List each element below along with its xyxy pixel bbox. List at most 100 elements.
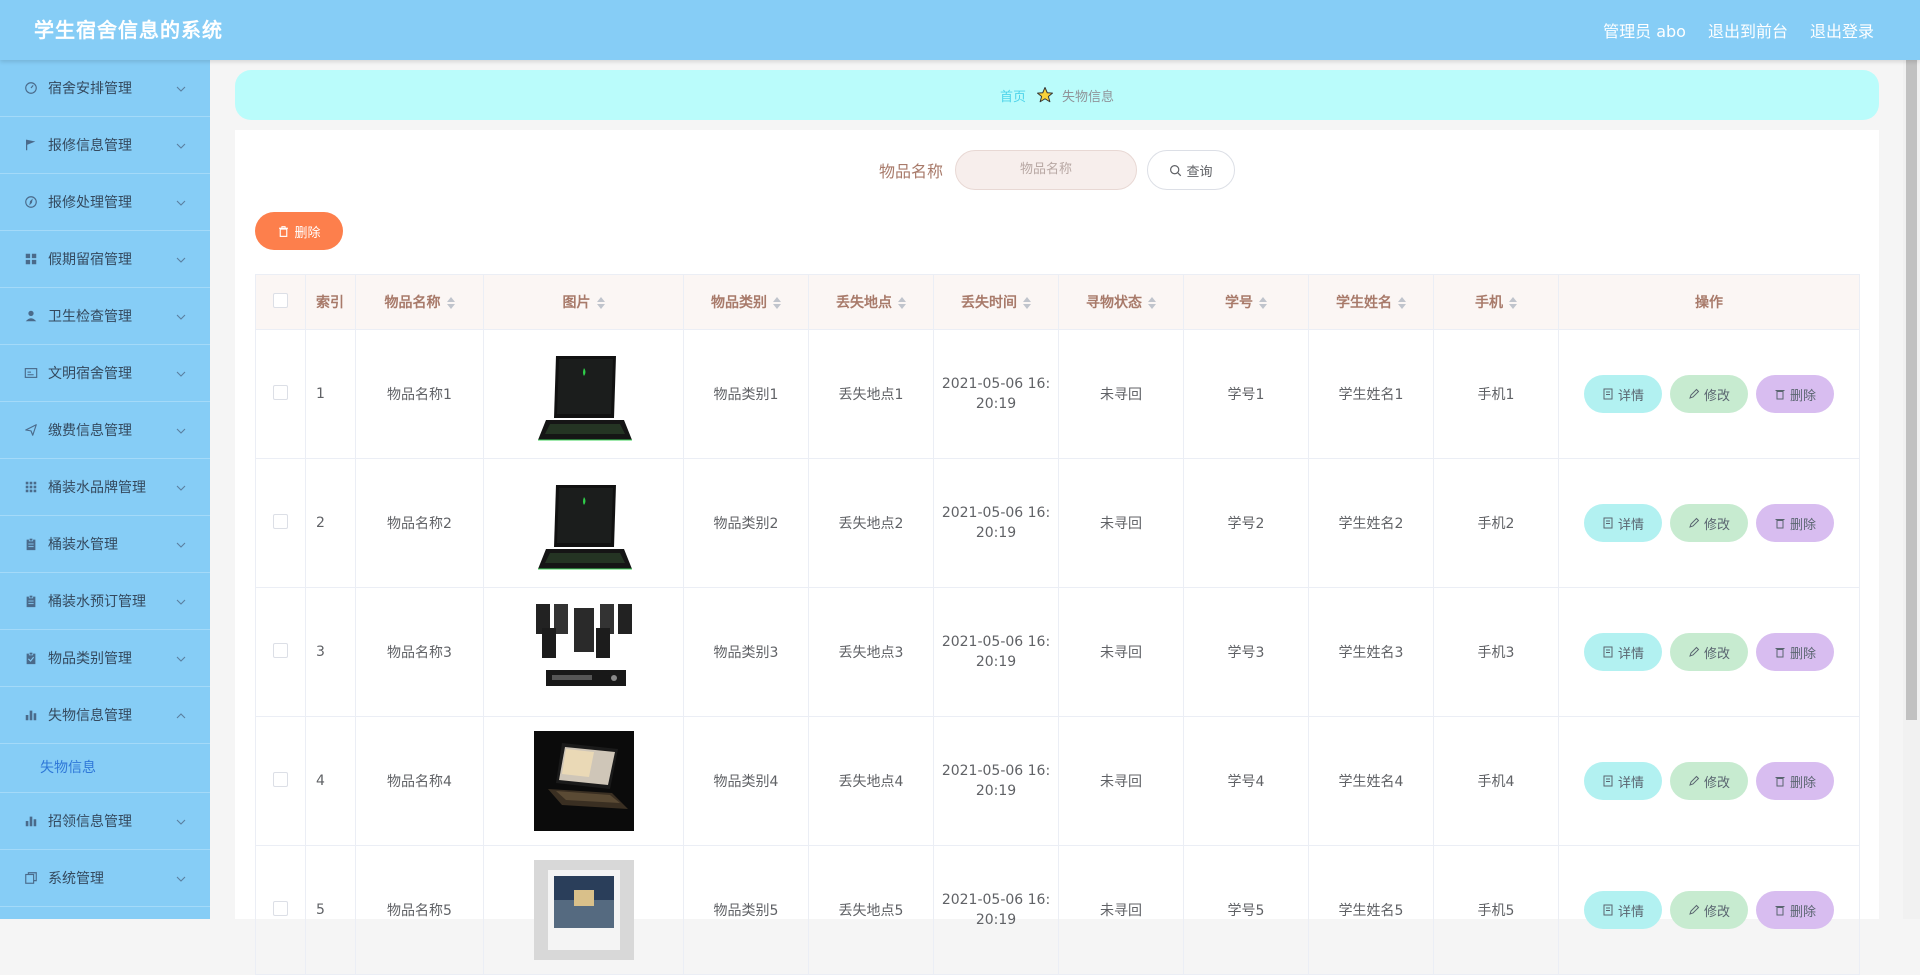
row-checkbox-cell[interactable] bbox=[255, 716, 306, 846]
dashboard-icon bbox=[24, 81, 38, 95]
sidebar-item-label: 假期留宿管理 bbox=[48, 252, 132, 268]
cell-actions: 详情 修改 删除 bbox=[1558, 458, 1860, 588]
delete-button[interactable]: 删除 bbox=[1756, 633, 1834, 671]
clipboard-check-icon bbox=[24, 651, 38, 665]
sort-icon[interactable] bbox=[1259, 297, 1267, 309]
column-header-image[interactable]: 图片 bbox=[483, 274, 684, 330]
sidebar-item-1[interactable]: 报修信息管理 bbox=[0, 117, 210, 174]
row-checkbox-cell[interactable] bbox=[255, 329, 306, 459]
row-checkbox-cell[interactable] bbox=[255, 845, 306, 975]
breadcrumb: 首页 失物信息 bbox=[235, 70, 1879, 120]
sidebar-item-9[interactable]: 桶装水预订管理 bbox=[0, 573, 210, 630]
delete-button[interactable]: 删除 bbox=[1756, 504, 1834, 542]
edit-button[interactable]: 修改 bbox=[1670, 762, 1748, 800]
sidebar-item-6[interactable]: 缴费信息管理 bbox=[0, 402, 210, 459]
sort-icon[interactable] bbox=[1148, 297, 1156, 309]
cell-name: 物品名称1 bbox=[355, 329, 484, 459]
chevron-down-icon bbox=[176, 819, 186, 825]
column-header-phone[interactable]: 手机 bbox=[1433, 274, 1559, 330]
sort-icon[interactable] bbox=[596, 297, 605, 309]
edit-label: 修改 bbox=[1703, 646, 1730, 662]
pencil-icon bbox=[1689, 904, 1700, 915]
cell-time: 2021-05-06 16: 20:19 bbox=[933, 458, 1059, 588]
select-all-checkbox[interactable] bbox=[273, 292, 288, 308]
delete-button[interactable]: 删除 bbox=[1756, 762, 1834, 800]
cell-phone: 手机1 bbox=[1433, 329, 1559, 459]
sort-icon[interactable] bbox=[1509, 297, 1517, 309]
column-header-status[interactable]: 寻物状态 bbox=[1058, 274, 1184, 330]
row-checkbox[interactable] bbox=[273, 642, 288, 658]
edit-button[interactable]: 修改 bbox=[1670, 375, 1748, 413]
detail-button[interactable]: 详情 bbox=[1584, 891, 1662, 929]
sidebar-item-11[interactable]: 失物信息管理 bbox=[0, 687, 210, 744]
front-link[interactable]: 退出到前台 bbox=[1708, 18, 1788, 42]
main-panel: 物品名称 物品名称 查询 删除 索引 物品名称 图片 物品类别 丢失地点 丢失时… bbox=[235, 130, 1879, 975]
logout-link[interactable]: 退出登录 bbox=[1810, 18, 1874, 42]
detail-button[interactable]: 详情 bbox=[1584, 633, 1662, 671]
delete-label: 删除 bbox=[1789, 517, 1816, 533]
sidebar-item-13[interactable]: 系统管理 bbox=[0, 850, 210, 907]
sort-icon[interactable] bbox=[1398, 297, 1406, 309]
search-input[interactable]: 物品名称 bbox=[955, 150, 1137, 190]
chevron-down-icon bbox=[176, 314, 186, 320]
send-icon bbox=[24, 423, 38, 437]
sort-icon[interactable] bbox=[898, 297, 906, 309]
sidebar-subitem-lost-info[interactable]: 失物信息 bbox=[0, 744, 210, 793]
sidebar-item-3[interactable]: 假期留宿管理 bbox=[0, 231, 210, 288]
cell-place: 丢失地点5 bbox=[808, 845, 934, 975]
edit-button[interactable]: 修改 bbox=[1670, 504, 1748, 542]
sidebar-item-2[interactable]: 报修处理管理 bbox=[0, 174, 210, 231]
sidebar-item-0[interactable]: 宿舍安排管理 bbox=[0, 60, 210, 117]
delete-button[interactable]: 删除 bbox=[1756, 375, 1834, 413]
header-actions: 管理员 abo 退出到前台 退出登录 bbox=[1581, 0, 1874, 60]
row-checkbox[interactable] bbox=[273, 384, 288, 400]
row-checkbox-cell[interactable] bbox=[255, 587, 306, 717]
detail-button[interactable]: 详情 bbox=[1584, 504, 1662, 542]
chevron-down-icon bbox=[176, 656, 186, 662]
column-header-time[interactable]: 丢失时间 bbox=[933, 274, 1059, 330]
sort-icon[interactable] bbox=[1023, 297, 1031, 309]
column-header-sid[interactable]: 学号 bbox=[1183, 274, 1309, 330]
breadcrumb-home[interactable]: 首页 bbox=[1000, 86, 1026, 105]
sidebar-item-4[interactable]: 卫生检查管理 bbox=[0, 288, 210, 345]
search-button[interactable]: 查询 bbox=[1147, 150, 1235, 190]
row-checkbox[interactable] bbox=[273, 900, 288, 916]
sidebar-item-10[interactable]: 物品类别管理 bbox=[0, 630, 210, 687]
column-header-category-label: 物品类别 bbox=[711, 295, 767, 311]
scrollbar-thumb[interactable] bbox=[1906, 60, 1917, 720]
sidebar-item-5[interactable]: 文明宿舍管理 bbox=[0, 345, 210, 402]
select-all-checkbox-cell[interactable] bbox=[255, 274, 306, 330]
chevron-down-icon bbox=[176, 485, 186, 491]
row-checkbox[interactable] bbox=[273, 771, 288, 787]
laptop-open-image bbox=[533, 731, 634, 831]
column-header-name[interactable]: 物品名称 bbox=[355, 274, 484, 330]
edit-label: 修改 bbox=[1703, 388, 1730, 404]
detail-label: 详情 bbox=[1617, 517, 1644, 533]
batch-delete-button[interactable]: 删除 bbox=[255, 212, 343, 250]
edit-label: 修改 bbox=[1703, 904, 1730, 920]
cell-status: 未寻回 bbox=[1058, 716, 1184, 846]
detail-button[interactable]: 详情 bbox=[1584, 762, 1662, 800]
sort-icon[interactable] bbox=[773, 297, 781, 309]
edit-button[interactable]: 修改 bbox=[1670, 891, 1748, 929]
cell-index: 3 bbox=[305, 587, 356, 717]
sidebar-item-12[interactable]: 招领信息管理 bbox=[0, 793, 210, 850]
sidebar-item-7[interactable]: 桶装水品牌管理 bbox=[0, 459, 210, 516]
detail-button[interactable]: 详情 bbox=[1584, 375, 1662, 413]
row-checkbox[interactable] bbox=[273, 513, 288, 529]
cell-name: 物品名称4 bbox=[355, 716, 484, 846]
column-header-student[interactable]: 学生姓名 bbox=[1308, 274, 1434, 330]
sort-icon[interactable] bbox=[446, 297, 455, 309]
sidebar-item-8[interactable]: 桶装水管理 bbox=[0, 516, 210, 573]
search-icon bbox=[1170, 164, 1182, 176]
table-row: 1 物品名称1 物品类别1 丢失地点1 2021-05-06 16: 20:19 未寻回 学号… bbox=[255, 329, 1860, 459]
pencil-icon bbox=[1689, 388, 1700, 399]
search-button-label: 查询 bbox=[1186, 164, 1213, 180]
delete-button[interactable]: 删除 bbox=[1756, 891, 1834, 929]
column-header-category[interactable]: 物品类别 bbox=[683, 274, 809, 330]
vertical-scrollbar[interactable] bbox=[1903, 60, 1920, 919]
edit-button[interactable]: 修改 bbox=[1670, 633, 1748, 671]
pencil-icon bbox=[1689, 517, 1700, 528]
column-header-place[interactable]: 丢失地点 bbox=[808, 274, 934, 330]
row-checkbox-cell[interactable] bbox=[255, 458, 306, 588]
